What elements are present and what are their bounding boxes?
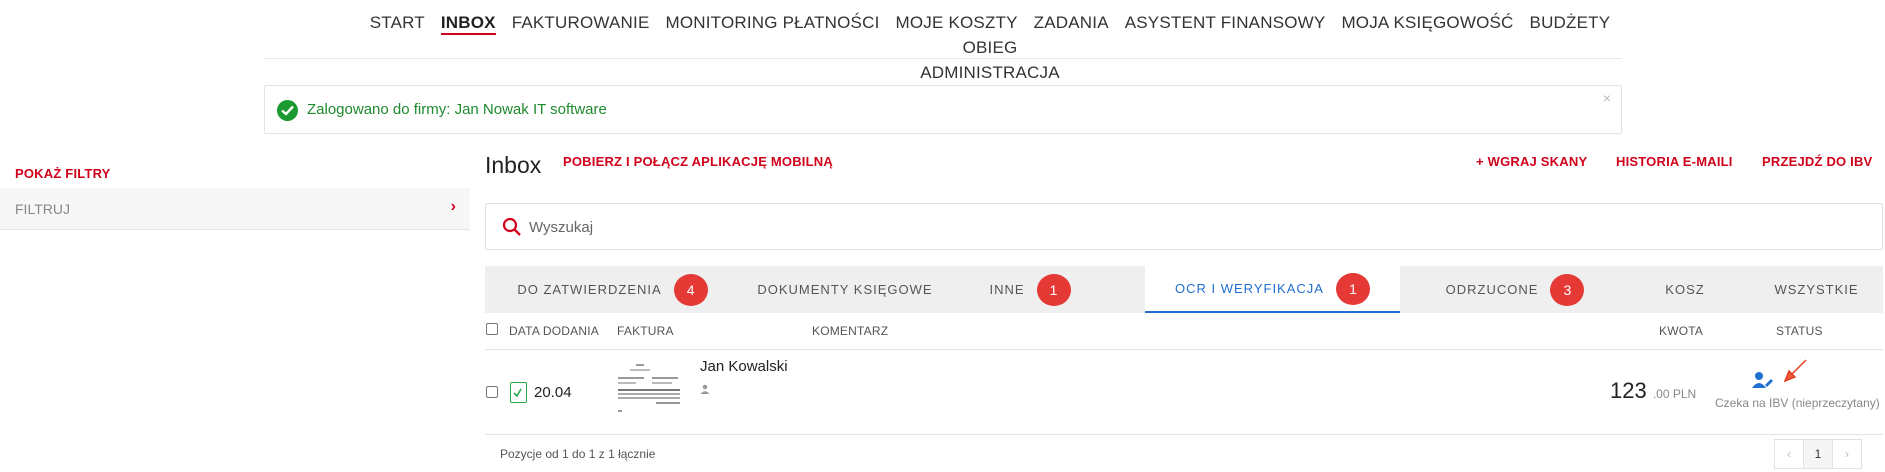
select-all-checkbox[interactable]	[486, 323, 498, 335]
row-status: Czeka na IBV (nieprzeczytany)	[1715, 396, 1880, 410]
alert-message: Zalogowano do firmy: Jan Nowak IT softwa…	[307, 101, 607, 118]
count-badge: 3	[1550, 273, 1585, 306]
prev-page-button[interactable]: ‹	[1774, 439, 1804, 469]
email-history-link[interactable]: HISTORIA E-MAILI	[1616, 154, 1733, 169]
pagination-summary: Pozycje od 1 do 1 z 1 łącznie	[500, 447, 656, 461]
nav-item-asystent[interactable]: ASYSTENT FINANSOWY	[1125, 10, 1326, 35]
tab-dokumenty-ksiegowe[interactable]: DOKUMENTY KSIĘGOWE	[740, 266, 950, 313]
main-nav: START INBOX FAKTUROWANIE MONITORING PŁATNOŚ…	[360, 10, 1620, 85]
filter-placeholder: FILTRUJ	[15, 201, 70, 217]
mobile-app-link[interactable]: POBIERZ I POŁĄCZ APLIKACJĘ MOBILNĄ	[563, 154, 833, 169]
column-invoice[interactable]: FAKTURA	[617, 324, 674, 338]
nav-item-administracja[interactable]: ADMINISTRACJA	[920, 60, 1060, 85]
nav-item-budzety[interactable]: BUDŻETY	[1530, 10, 1611, 35]
user-icon	[700, 384, 710, 394]
nav-item-start[interactable]: START	[370, 10, 425, 35]
count-badge: 1	[1335, 272, 1370, 305]
show-filters-link[interactable]: POKAŻ FILTRY	[15, 166, 111, 181]
next-page-button[interactable]: ›	[1832, 439, 1862, 469]
document-check-icon	[510, 382, 527, 403]
nav-item-obieg[interactable]: OBIEG	[963, 35, 1018, 60]
pagination: ‹ 1 ›	[1774, 439, 1862, 469]
nav-item-moje-koszty[interactable]: MOJE KOSZTY	[896, 10, 1018, 35]
tab-label: OCR I WERYFIKACJA	[1175, 281, 1324, 296]
upload-scans-link[interactable]: + WGRAJ SKANY	[1476, 154, 1587, 169]
nav-item-ksiegowosc[interactable]: MOJA KSIĘGOWOŚĆ	[1341, 10, 1513, 35]
row-amount: 123 .00 PLN	[1610, 378, 1696, 404]
nav-item-fakturowanie[interactable]: FAKTUROWANIE	[512, 10, 650, 35]
tab-odrzucone[interactable]: ODRZUCONE 3	[1410, 266, 1620, 313]
count-badge: 4	[673, 273, 708, 306]
column-comment: KOMENTARZ	[812, 324, 889, 338]
tab-inne[interactable]: INNE 1	[950, 266, 1110, 313]
nav-item-zadania[interactable]: ZADANIA	[1034, 10, 1109, 35]
search-icon	[502, 217, 521, 236]
nav-divider	[264, 58, 1622, 59]
row-divider	[485, 434, 1883, 435]
chevron-right-icon[interactable]: ›	[451, 198, 456, 216]
login-alert: Zalogowano do firmy: Jan Nowak IT softwa…	[264, 85, 1622, 134]
count-badge: 1	[1036, 273, 1071, 306]
tab-kosz[interactable]: KOSZ	[1620, 266, 1750, 313]
column-date[interactable]: DATA DODANIA	[509, 324, 599, 338]
tab-label: DOKUMENTY KSIĘGOWE	[757, 282, 933, 297]
tab-wszystkie[interactable]: WSZYSTKIE	[1750, 266, 1883, 313]
check-circle-icon	[277, 100, 298, 121]
user-edit-icon[interactable]	[1752, 371, 1774, 389]
pointer-arrow-icon	[1783, 359, 1807, 383]
invoice-thumbnail[interactable]	[616, 360, 682, 412]
inbox-tabs: DO ZATWIERDZENIA 4 DOKUMENTY KSIĘGOWE INN…	[485, 266, 1883, 313]
column-status[interactable]: STATUS	[1776, 324, 1823, 338]
amount-integer: 123	[1610, 378, 1647, 403]
search-input[interactable]: Wyszukaj	[485, 203, 1883, 250]
tab-label: WSZYSTKIE	[1774, 282, 1859, 297]
search-placeholder: Wyszukaj	[529, 219, 594, 236]
page-title: Inbox	[485, 152, 542, 178]
row-checkbox[interactable]	[486, 386, 498, 398]
row-contractor-name[interactable]: Jan Kowalski	[700, 358, 788, 375]
row-date: 20.04	[534, 384, 572, 401]
filter-input[interactable]: FILTRUJ ›	[0, 188, 470, 230]
column-amount[interactable]: KWOTA	[1659, 324, 1703, 338]
amount-fraction: .00 PLN	[1652, 387, 1697, 401]
tab-label: KOSZ	[1665, 282, 1705, 297]
nav-item-monitoring[interactable]: MONITORING PŁATNOŚCI	[665, 10, 879, 35]
tab-ocr-weryfikacja[interactable]: OCR I WERYFIKACJA 1	[1145, 266, 1400, 313]
header-divider	[485, 349, 1883, 350]
tab-do-zatwierdzenia[interactable]: DO ZATWIERDZENIA 4	[485, 266, 740, 313]
go-to-ibv-link[interactable]: PRZEJDŹ DO IBV	[1762, 154, 1872, 169]
tab-label: DO ZATWIERDZENIA	[517, 282, 662, 297]
nav-item-inbox[interactable]: INBOX	[440, 12, 496, 35]
close-icon[interactable]: ×	[1603, 90, 1611, 106]
page-1-button[interactable]: 1	[1803, 439, 1833, 469]
tab-label: INNE	[989, 282, 1025, 297]
tab-label: ODRZUCONE	[1445, 282, 1539, 297]
